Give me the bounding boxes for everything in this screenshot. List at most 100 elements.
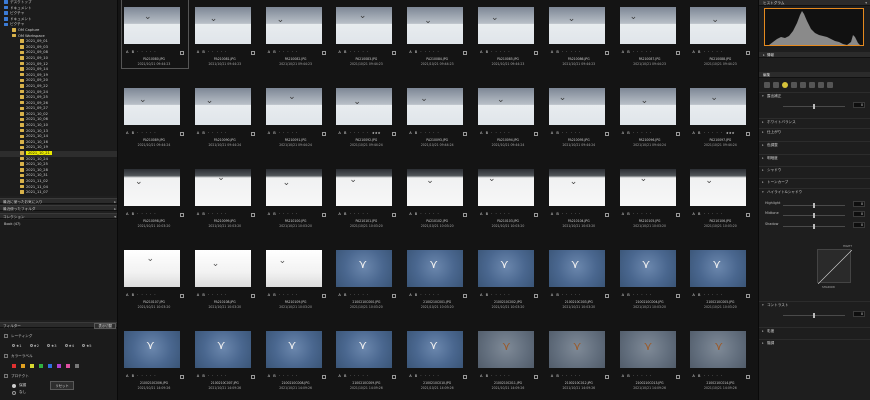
select-checkbox[interactable] [604,293,609,298]
thumbnail-cell[interactable]: ⌄ A B · · · · · PA210082.JPG 2021/10/21 09:… [262,0,332,76]
favorites-bar[interactable]: 最近に使ったお気に入り ▸ [0,198,117,204]
photo-thumbnail[interactable]: ⌄ [265,7,322,44]
photo-thumbnail[interactable]: ⌄ [690,169,747,206]
select-checkbox[interactable] [675,374,680,379]
select-checkbox[interactable] [321,131,326,136]
thumbnail-cell[interactable]: ⋎ A B · · · · · 2100210C011.JPG 2021/10/21 … [474,320,544,400]
recent-folders-bar[interactable]: 最近使ったフォルダ ▸ [0,205,117,211]
thumbnail-cell[interactable]: ⋎ A B · · · · · 2100210C014.JPG 2021/10/21 … [686,320,756,400]
adjust-slider[interactable]: Midtone 0 [765,211,865,218]
adjust-icon[interactable] [782,82,788,88]
photo-thumbnail[interactable]: ⌄ [690,88,747,125]
thumbnail-cell[interactable]: ⌄ A B · · · · · PA210103.JPG 2021/10/21 10:… [474,158,544,238]
select-checkbox[interactable] [250,131,255,136]
photo-thumbnail[interactable]: ⌄ [407,7,464,44]
select-checkbox[interactable] [604,374,609,379]
thumbnail-cell[interactable]: ⋎ A B · · · · · 2100210C006.JPG 2021/10/21 … [120,320,190,400]
select-checkbox[interactable] [746,293,751,298]
select-checkbox[interactable] [392,293,397,298]
thumbnail-cell[interactable]: ⌄ A B · · · · · PA210090.JPG 2021/10/21 09:… [191,77,261,157]
rating-star-option[interactable]: ★1 [12,344,22,348]
thumbnail-cell[interactable]: ⋎ A B · · · · · 2100210C001.JPG 2021/10/21 … [403,239,473,319]
select-checkbox[interactable] [392,374,397,379]
filter-icon[interactable] [791,82,797,88]
photo-thumbnail[interactable]: ⌄ [336,88,393,125]
select-checkbox[interactable] [463,374,468,379]
select-checkbox[interactable] [534,131,538,136]
photo-thumbnail[interactable]: ⌄ [407,169,464,206]
edit-section-header[interactable]: ▸ シャドウ [759,166,870,173]
collapse-icon[interactable]: ▾ [865,0,867,6]
thumbnail-cell[interactable]: ⋎ A B · · · · · 2100210C009.JPG 2021/10/21 … [332,320,402,400]
tone-curve-preview[interactable] [817,249,853,285]
thumbnail-cell[interactable]: ⌄ A B · · · · · PA210089.JPG 2021/10/21 09:… [120,77,190,157]
edit-section-header[interactable]: ▸ 階調 [759,339,870,346]
rating-star-option[interactable]: ★3 [47,344,57,348]
radio-on-icon[interactable] [12,383,16,388]
select-checkbox[interactable] [180,293,184,298]
select-checkbox[interactable] [321,374,326,379]
photo-thumbnail[interactable]: ⌄ [478,169,534,206]
color-gray[interactable] [75,364,79,368]
adjust-slider[interactable]: Highlight 0 [765,201,865,208]
select-checkbox[interactable] [250,374,255,379]
slider-knob[interactable] [813,313,815,318]
eye-icon[interactable] [827,82,833,88]
photo-thumbnail[interactable]: ⌄ [548,7,605,44]
thumbnail-cell[interactable]: ⋎ A B · · · · · 2100210C008.JPG 2021/10/21 … [262,320,332,400]
thumbnail-cell[interactable]: ⌄ A B · · · · · ★★★ PA210092.JPG 2021/10/21 … [332,77,402,157]
slider-knob[interactable] [813,213,815,218]
thumbnail-cell[interactable]: ⋎ A B · · · · · 2100210C007.JPG 2021/10/21 … [191,320,261,400]
edit-section-header[interactable]: ▾ 露出補正 [759,92,870,99]
thumbnail-cell[interactable]: ⌄ A B · · · · · PA210104.JPG 2021/10/21 10:… [545,158,615,238]
thumbnail-cell[interactable]: ⌄ A B · · · · · PA210094.JPG 2021/10/21 09:… [474,77,544,157]
photo-thumbnail[interactable]: ⌄ [548,88,605,125]
select-checkbox[interactable] [675,50,680,55]
select-checkbox[interactable] [463,293,468,298]
rating-star-option[interactable]: ★2 [29,344,39,348]
photo-thumbnail[interactable]: ⋎ [407,331,464,368]
slider-value[interactable]: 0 [853,211,865,217]
select-checkbox[interactable] [604,212,609,217]
thumbnail-cell[interactable]: ⌄ A B · · · · · PA210088.JPG 2021/10/21 09:… [686,0,756,76]
thumbnail-cell[interactable]: ⋎ A B · · · · · 2100210C005.JPG 2021/10/21 … [686,239,756,319]
photo-thumbnail[interactable]: ⌄ [265,169,322,206]
rating-checkbox[interactable] [4,334,8,338]
thumbnail-cell[interactable]: ⌄ A B · · · · · PA210095.JPG 2021/10/21 09:… [545,77,615,157]
thumbnail-cell[interactable]: ⌄ A B · · · · · PA210084.JPG 2021/10/21 09:… [403,0,473,76]
thumbnail-cell[interactable]: ⌄ A B · · · · · PA210098.JPG 2021/10/21 10:… [120,158,190,238]
photo-thumbnail[interactable]: ⋎ [478,250,534,287]
select-checkbox[interactable] [321,212,326,217]
collection-bar[interactable]: コレクション ▾ [0,213,117,219]
select-checkbox[interactable] [534,212,538,217]
select-checkbox[interactable] [321,50,326,55]
photo-thumbnail[interactable]: ⌄ [619,88,676,125]
photo-thumbnail[interactable]: ⌄ [124,250,180,287]
select-checkbox[interactable] [746,374,751,379]
photo-thumbnail[interactable]: ⌄ [265,250,322,287]
select-checkbox[interactable] [746,50,751,55]
photo-thumbnail[interactable]: ⌄ [124,88,180,125]
select-checkbox[interactable] [250,293,255,298]
photo-thumbnail[interactable]: ⌄ [336,7,393,44]
color-blue[interactable] [48,364,52,368]
color-red[interactable] [12,364,16,368]
photo-thumbnail[interactable]: ⌄ [124,169,180,206]
slider-value[interactable]: 0 [853,222,865,228]
photo-thumbnail[interactable]: ⌄ [478,88,534,125]
photo-thumbnail[interactable]: ⌄ [619,7,676,44]
adjust-slider[interactable]: Shadow 0 [765,222,865,229]
select-checkbox[interactable] [463,212,468,217]
thumbnail-cell[interactable]: ⌄ A B · · · · · PA210080.JPG 2021/10/21 09:… [120,0,190,76]
filter-bar[interactable]: フィルター 表示切替 [0,322,117,329]
thumbnail-cell[interactable]: ⋎ A B · · · · · 2100210C012.JPG 2021/10/21 … [545,320,615,400]
edit-section-header[interactable]: ▸ 彩度 [759,327,870,334]
adjust-slider[interactable]: 0 [765,311,865,318]
select-checkbox[interactable] [675,131,680,136]
edit-section-header[interactable]: ▾ ハイライト&シャドウ [759,188,870,195]
photo-thumbnail[interactable]: ⋎ [619,250,676,287]
edit-section-header[interactable]: ▸ 色調整 [759,141,870,148]
thumbnail-cell[interactable]: ⌄ A B · · · · · ★★★ PA210097.JPG 2021/10/21 … [686,77,756,157]
photo-thumbnail[interactable]: ⋎ [336,250,393,287]
select-checkbox[interactable] [463,50,468,55]
